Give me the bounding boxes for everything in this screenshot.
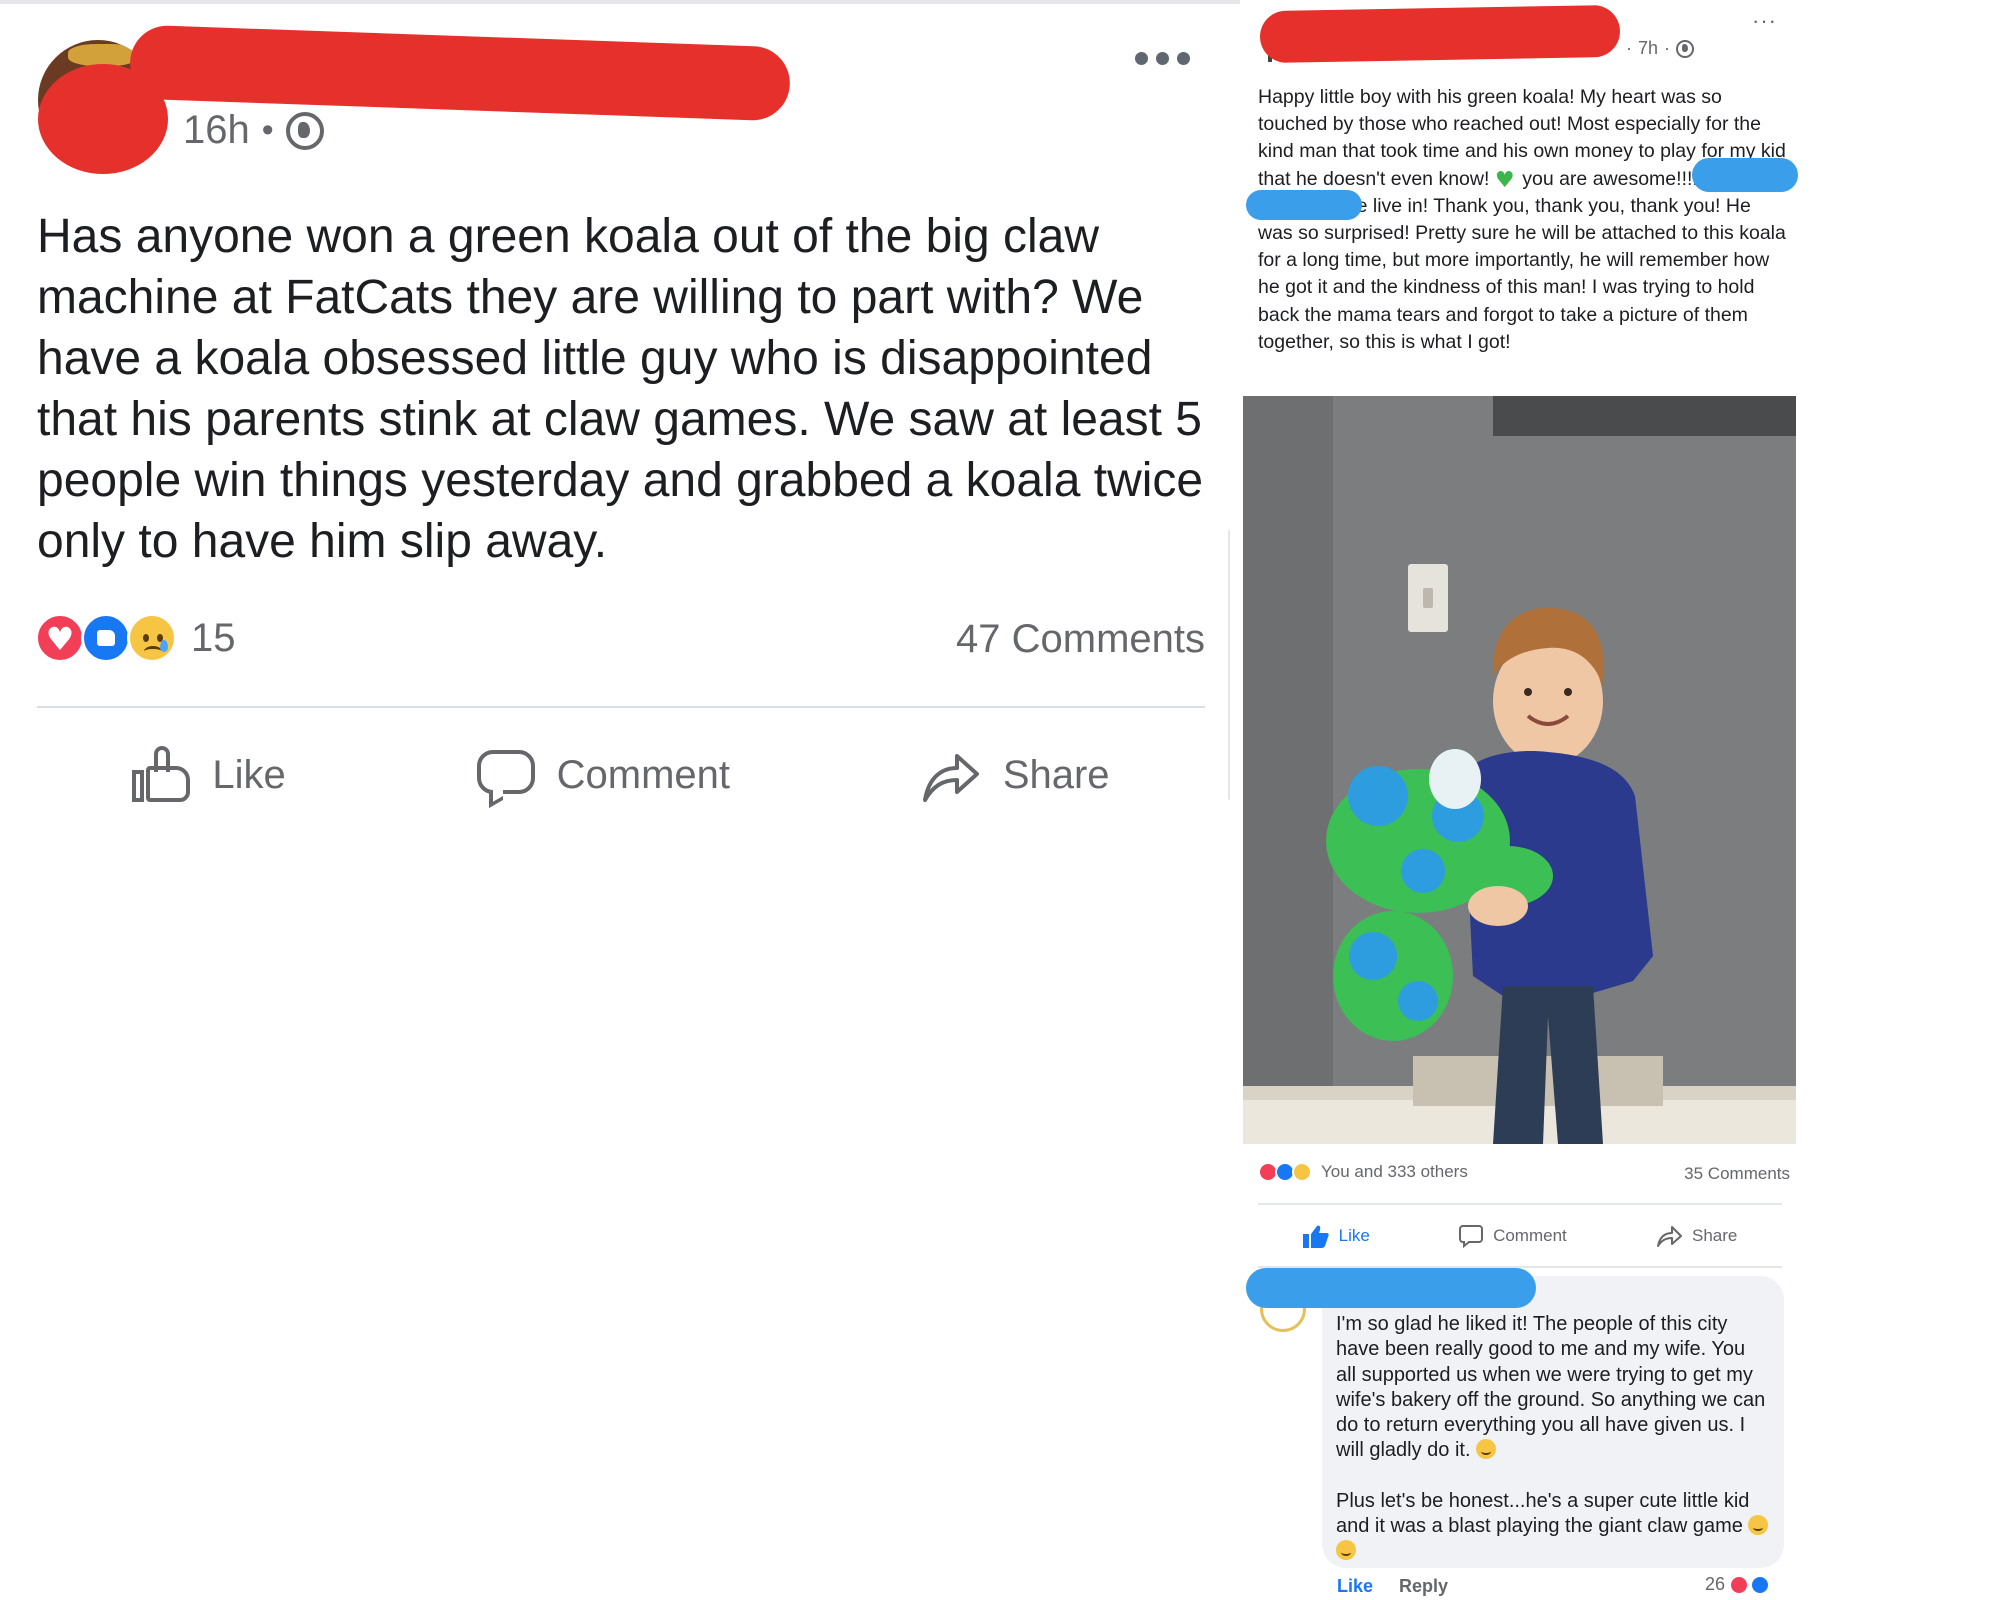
meta-separator: · [1626, 38, 1632, 58]
share-button[interactable]: Share [921, 746, 1110, 804]
post-text: Happy little boy with his green koala! M… [1258, 84, 1788, 356]
redacted-tag [1692, 158, 1798, 192]
comment-label: Comment [556, 752, 730, 797]
share-icon [1657, 1226, 1682, 1247]
sad-reaction-icon [127, 613, 177, 663]
reaction-text: You and 333 others [1321, 1162, 1468, 1181]
comment-para-2: Plus let's be honest...he's a super cute… [1336, 1489, 1750, 1538]
comment-bubble: I'm so glad he liked it! The people of t… [1322, 1276, 1784, 1568]
post-meta: 16h • [183, 108, 324, 153]
share-button[interactable]: Share [1656, 1224, 1737, 1248]
right-post: · 7h · ··· Happy little boy with his gre… [1240, 0, 1800, 1600]
left-post: 16h • Has anyone won a green koala out o… [0, 0, 1228, 820]
laugh-reaction-icon [1292, 1162, 1312, 1182]
post-meta: · 7h · [1626, 38, 1695, 59]
reaction-summary[interactable]: 15 [35, 612, 236, 664]
comment-reply-button[interactable]: Reply [1399, 1576, 1448, 1597]
green-heart-icon: ♥ [1494, 167, 1515, 193]
share-icon [922, 754, 979, 802]
like-reaction-icon [1750, 1574, 1771, 1595]
comment-reactions[interactable]: 26 [1705, 1574, 1771, 1595]
meta-separator-2: · [1664, 38, 1671, 58]
redacted-name [1259, 4, 1621, 64]
love-reaction-icon [1729, 1574, 1750, 1595]
comment-like-button[interactable]: Like [1337, 1576, 1373, 1597]
action-divider [1258, 1203, 1782, 1205]
redacted-tag-2 [1246, 190, 1362, 220]
comment-reaction-count: 26 [1705, 1574, 1726, 1594]
more-options-icon[interactable]: ··· [1752, 8, 1777, 34]
redacted-avatar [38, 64, 168, 174]
post-time[interactable]: 7h [1638, 38, 1658, 59]
share-label: Share [1002, 752, 1110, 797]
redacted-commenter-name [1246, 1268, 1536, 1308]
post-photo[interactable] [1243, 396, 1796, 1144]
comment-actions: Like Reply [1337, 1576, 1448, 1597]
more-options-icon[interactable] [1135, 52, 1190, 65]
comment-count[interactable]: 35 Comments [1684, 1164, 1790, 1184]
action-bar: Like Comment Share [37, 735, 1205, 815]
globe-icon [1676, 39, 1695, 58]
comment-button[interactable]: Comment [1459, 1224, 1567, 1248]
thumbs-up-icon [132, 746, 191, 804]
like-reaction-icon [81, 613, 131, 663]
panel-divider [1228, 530, 1230, 800]
grin-emoji-icon-2 [1336, 1540, 1356, 1561]
comment-button[interactable]: Comment [476, 750, 730, 809]
grin-emoji-icon [1748, 1515, 1769, 1536]
comment-icon [1459, 1225, 1484, 1248]
like-label: Like [212, 752, 286, 797]
action-bar: Like Comment Share [1258, 1218, 1782, 1254]
like-button[interactable]: Like [1302, 1224, 1370, 1248]
love-reaction-icon [35, 613, 85, 663]
share-label: Share [1692, 1226, 1738, 1245]
comment-label: Comment [1493, 1226, 1567, 1245]
meta-separator: • [261, 111, 274, 149]
redacted-name [128, 24, 792, 122]
reaction-count: 15 [191, 615, 236, 660]
reaction-summary[interactable]: You and 333 others [1258, 1162, 1468, 1182]
comment-para-1: I'm so glad he liked it! The people of t… [1336, 1313, 1766, 1462]
comment-count[interactable]: 47 Comments [956, 617, 1205, 662]
thumbs-up-icon [1302, 1225, 1329, 1248]
action-divider [37, 706, 1205, 708]
like-button[interactable]: Like [132, 746, 286, 804]
globe-icon [285, 111, 324, 150]
comment-icon [476, 750, 535, 809]
post-time[interactable]: 16h [183, 108, 250, 153]
comment-text: I'm so glad he liked it! The people of t… [1336, 1312, 1770, 1565]
like-label: Like [1338, 1226, 1370, 1245]
smile-emoji-icon [1476, 1439, 1497, 1460]
post-text: Has anyone won a green koala out of the … [37, 210, 1204, 568]
